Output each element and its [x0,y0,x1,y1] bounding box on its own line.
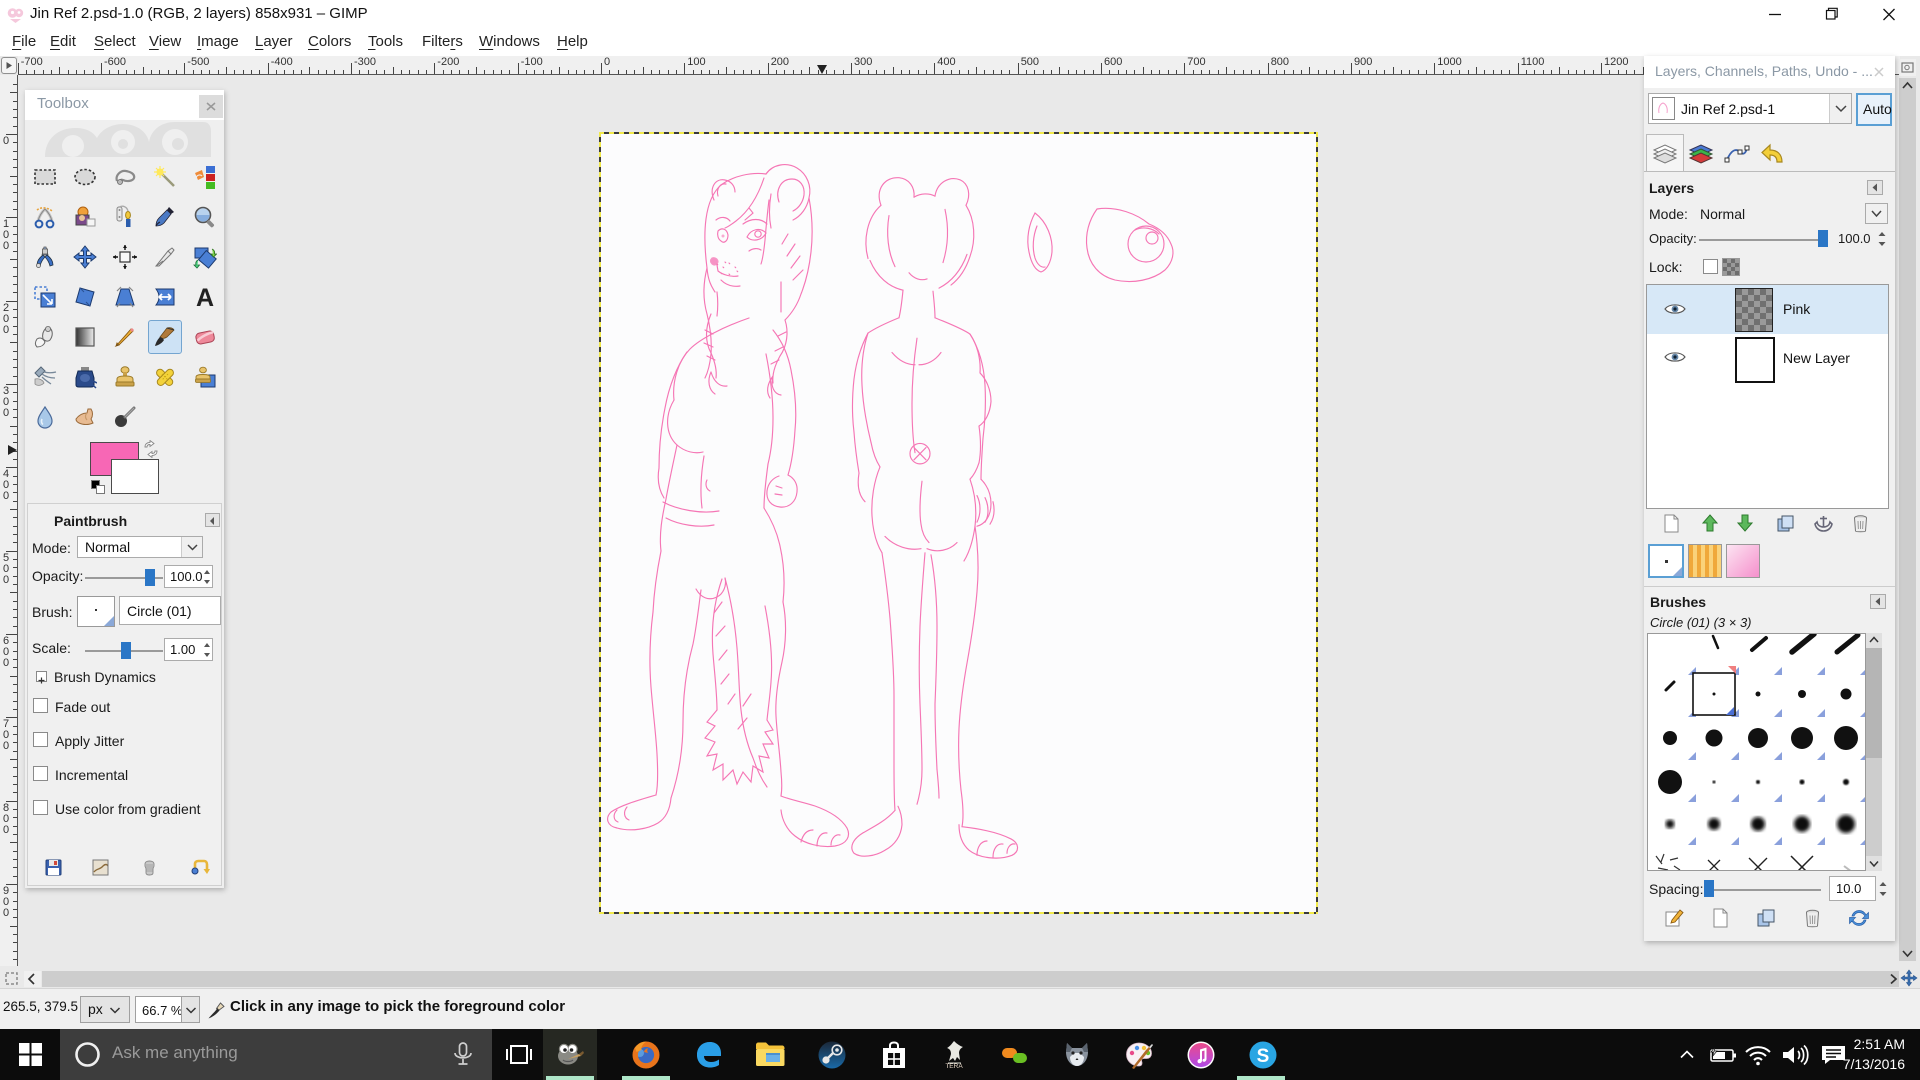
svg-text:S: S [1257,1046,1270,1067]
svg-text:A: A [196,285,214,309]
svg-text:TERA: TERA [945,1063,963,1070]
